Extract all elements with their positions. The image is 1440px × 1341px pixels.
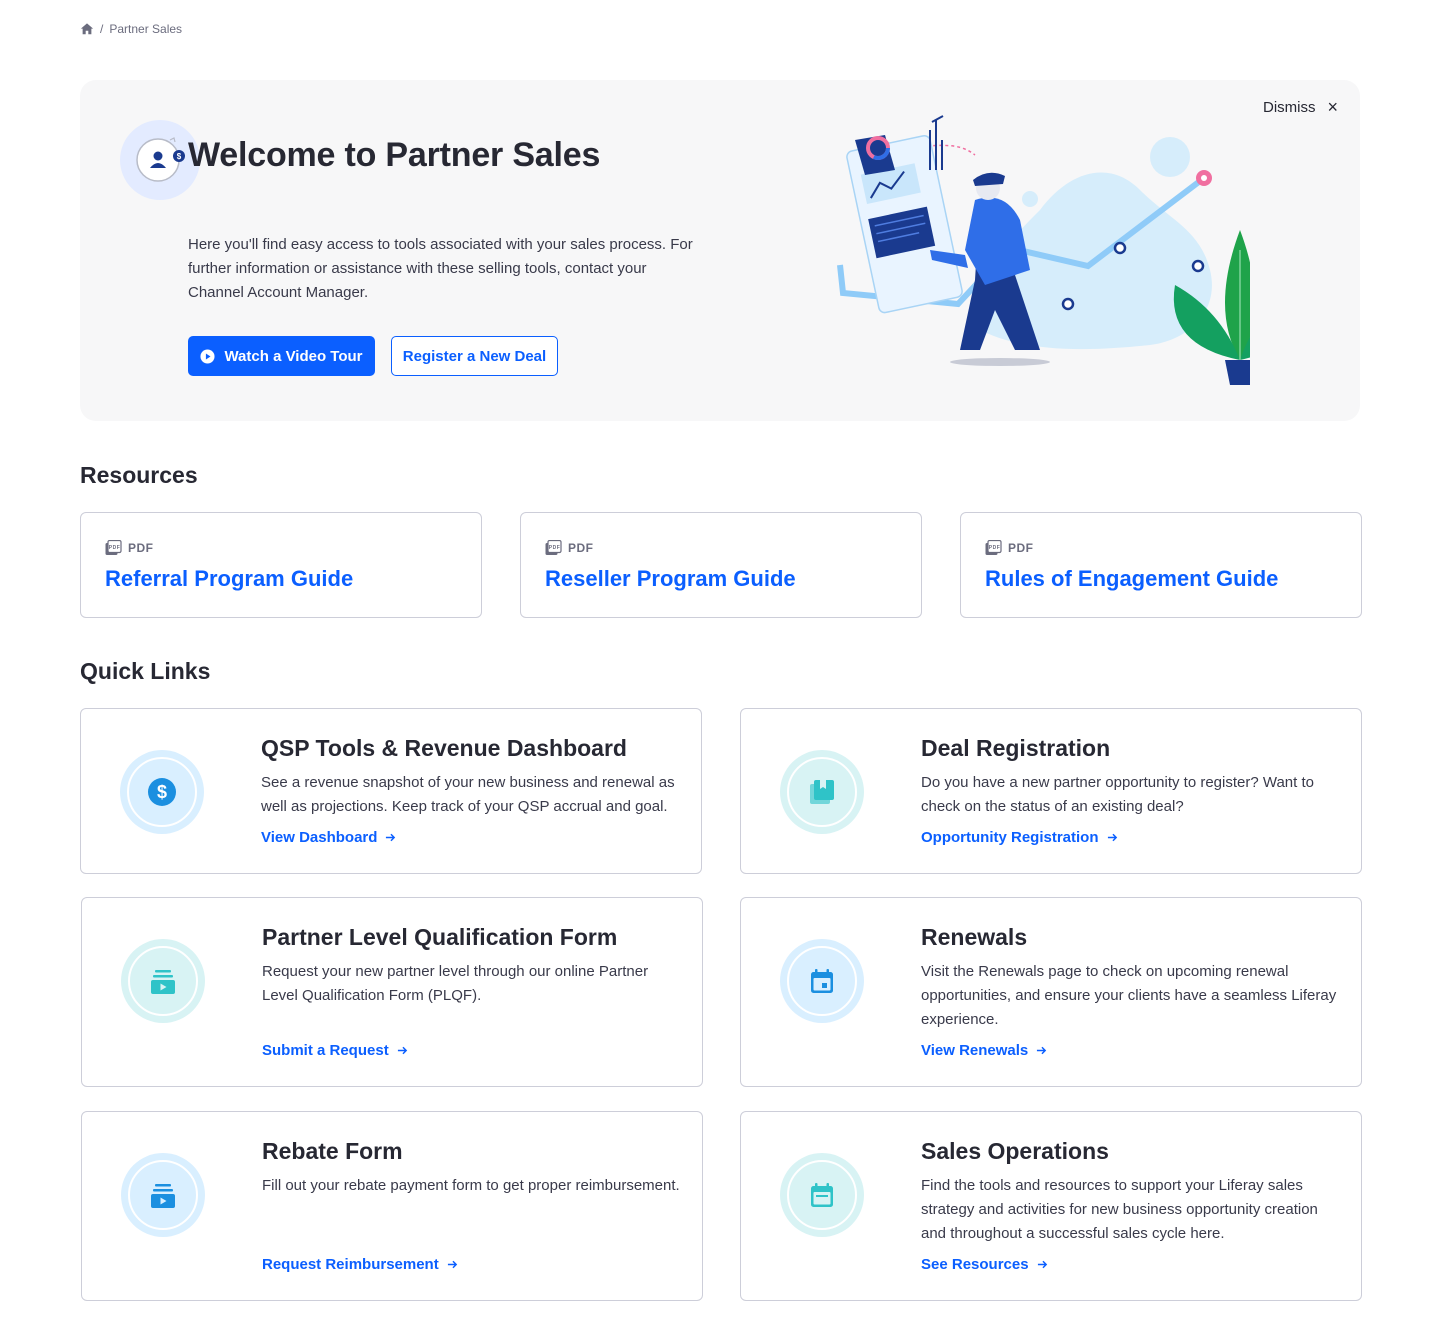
pdf-icon: PDF bbox=[545, 540, 562, 555]
resource-title[interactable]: Rules of Engagement Guide bbox=[985, 566, 1278, 592]
quick-link-description: Request your new partner level through o… bbox=[262, 963, 649, 1004]
quick-link-description: Fill out your rebate payment form to get… bbox=[262, 1177, 680, 1194]
resource-type: PDF bbox=[568, 541, 594, 555]
play-icon bbox=[200, 348, 215, 364]
calendar-icon bbox=[811, 969, 833, 993]
welcome-description: Here you'll find easy access to tools as… bbox=[188, 236, 693, 301]
quick-link-label: Submit a Request bbox=[262, 1042, 389, 1059]
see-resources-link[interactable]: See Resources bbox=[921, 1256, 1048, 1273]
dismiss-button[interactable]: Dismiss × bbox=[1263, 98, 1338, 116]
view-dashboard-link[interactable]: View Dashboard bbox=[261, 829, 396, 846]
svg-text:PDF: PDF bbox=[109, 545, 121, 551]
quick-link-label: View Dashboard bbox=[261, 829, 378, 846]
quick-link-title: Deal Registration bbox=[921, 735, 1111, 761]
icon-circle bbox=[780, 1153, 864, 1237]
book-icon bbox=[810, 780, 834, 804]
quick-link-card-rebate-form: Rebate Form Fill out your rebate payment… bbox=[81, 1111, 703, 1301]
request-reimbursement-link[interactable]: Request Reimbursement bbox=[262, 1256, 458, 1273]
svg-text:$: $ bbox=[157, 782, 167, 802]
quick-link-label: Request Reimbursement bbox=[262, 1256, 439, 1273]
quick-link-card-sales-operations: Sales Operations Find the tools and reso… bbox=[740, 1111, 1362, 1301]
quick-link-title: Rebate Form bbox=[262, 1138, 403, 1164]
icon-circle bbox=[780, 750, 864, 834]
quick-link-description: See a revenue snapshot of your new busin… bbox=[261, 774, 675, 815]
arrow-right-icon bbox=[1107, 833, 1117, 842]
icon-circle: $ bbox=[120, 750, 204, 834]
icon-circle bbox=[121, 939, 205, 1023]
resource-title[interactable]: Referral Program Guide bbox=[105, 566, 353, 592]
icon-circle bbox=[121, 1153, 205, 1237]
quick-link-description: Find the tools and resources to support … bbox=[921, 1177, 1318, 1242]
watch-video-tour-button[interactable]: Watch a Video Tour bbox=[188, 336, 375, 376]
dollar-icon: $ bbox=[148, 778, 176, 806]
view-renewals-link[interactable]: View Renewals bbox=[921, 1042, 1047, 1059]
calendar-icon bbox=[811, 1183, 833, 1207]
pdf-badge: PDF PDF bbox=[545, 540, 594, 556]
quick-link-label: View Renewals bbox=[921, 1042, 1029, 1059]
media-stack-icon bbox=[151, 970, 175, 994]
arrow-right-icon bbox=[1037, 1260, 1047, 1269]
pdf-badge: PDF PDF bbox=[985, 540, 1034, 556]
quick-links-heading: Quick Links bbox=[80, 658, 211, 684]
opportunity-registration-link[interactable]: Opportunity Registration bbox=[921, 829, 1118, 846]
resource-type: PDF bbox=[1008, 541, 1034, 555]
quick-link-description: Do you have a new partner opportunity to… bbox=[921, 774, 1314, 815]
resource-type: PDF bbox=[128, 541, 154, 555]
arrow-right-icon bbox=[386, 833, 396, 842]
quick-link-title: Renewals bbox=[921, 924, 1028, 950]
quick-link-title: Sales Operations bbox=[921, 1138, 1109, 1164]
quick-link-card-plqf: Partner Level Qualification Form Request… bbox=[81, 897, 703, 1087]
dismiss-label: Dismiss bbox=[1262, 98, 1316, 116]
icon-circle bbox=[780, 939, 864, 1023]
quick-link-description: Visit the Renewals page to check on upco… bbox=[921, 963, 1337, 1028]
quick-link-card-renewals: Renewals Visit the Renewals page to chec… bbox=[740, 897, 1362, 1087]
pdf-icon: PDF bbox=[985, 540, 1002, 555]
sales-growth-illustration bbox=[837, 115, 1250, 385]
register-new-deal-label: Register a New Deal bbox=[402, 347, 547, 365]
watch-video-tour-label: Watch a Video Tour bbox=[224, 347, 363, 365]
svg-text:$: $ bbox=[177, 152, 182, 161]
quick-link-label: Opportunity Registration bbox=[921, 829, 1099, 846]
arrow-right-icon bbox=[447, 1260, 457, 1269]
pdf-icon: PDF bbox=[105, 540, 122, 555]
resource-card-referral[interactable]: PDF PDF Referral Program Guide bbox=[80, 512, 482, 618]
media-stack-icon bbox=[151, 1184, 175, 1208]
page-title: Welcome to Partner Sales bbox=[188, 136, 601, 174]
breadcrumb-current: Partner Sales bbox=[109, 22, 183, 36]
register-new-deal-button[interactable]: Register a New Deal bbox=[391, 336, 558, 376]
breadcrumb-separator: / bbox=[100, 22, 104, 36]
resources-heading: Resources bbox=[80, 462, 198, 488]
arrow-right-icon bbox=[1037, 1046, 1047, 1055]
pdf-badge: PDF PDF bbox=[105, 540, 154, 556]
quick-link-card-qsp: $ QSP Tools & Revenue Dashboard See a re… bbox=[80, 708, 702, 874]
quick-link-title: Partner Level Qualification Form bbox=[262, 924, 618, 950]
svg-text:PDF: PDF bbox=[549, 545, 561, 551]
resource-card-reseller[interactable]: PDF PDF Reseller Program Guide bbox=[520, 512, 922, 618]
quick-link-card-deal-registration: Deal Registration Do you have a new part… bbox=[740, 708, 1362, 874]
close-icon[interactable]: × bbox=[1327, 98, 1338, 116]
submit-request-link[interactable]: Submit a Request bbox=[262, 1042, 408, 1059]
svg-text:PDF: PDF bbox=[989, 545, 1001, 551]
arrow-right-icon bbox=[397, 1046, 407, 1055]
breadcrumb: / Partner Sales bbox=[80, 20, 182, 38]
quick-link-label: See Resources bbox=[921, 1256, 1029, 1273]
quick-link-title: QSP Tools & Revenue Dashboard bbox=[261, 735, 627, 761]
resource-card-rules-of-engagement[interactable]: PDF PDF Rules of Engagement Guide bbox=[960, 512, 1362, 618]
welcome-banner: Dismiss × $ Welcome to Partner Sales Her… bbox=[80, 80, 1360, 421]
resource-title[interactable]: Reseller Program Guide bbox=[545, 566, 796, 592]
home-icon[interactable] bbox=[80, 22, 94, 36]
